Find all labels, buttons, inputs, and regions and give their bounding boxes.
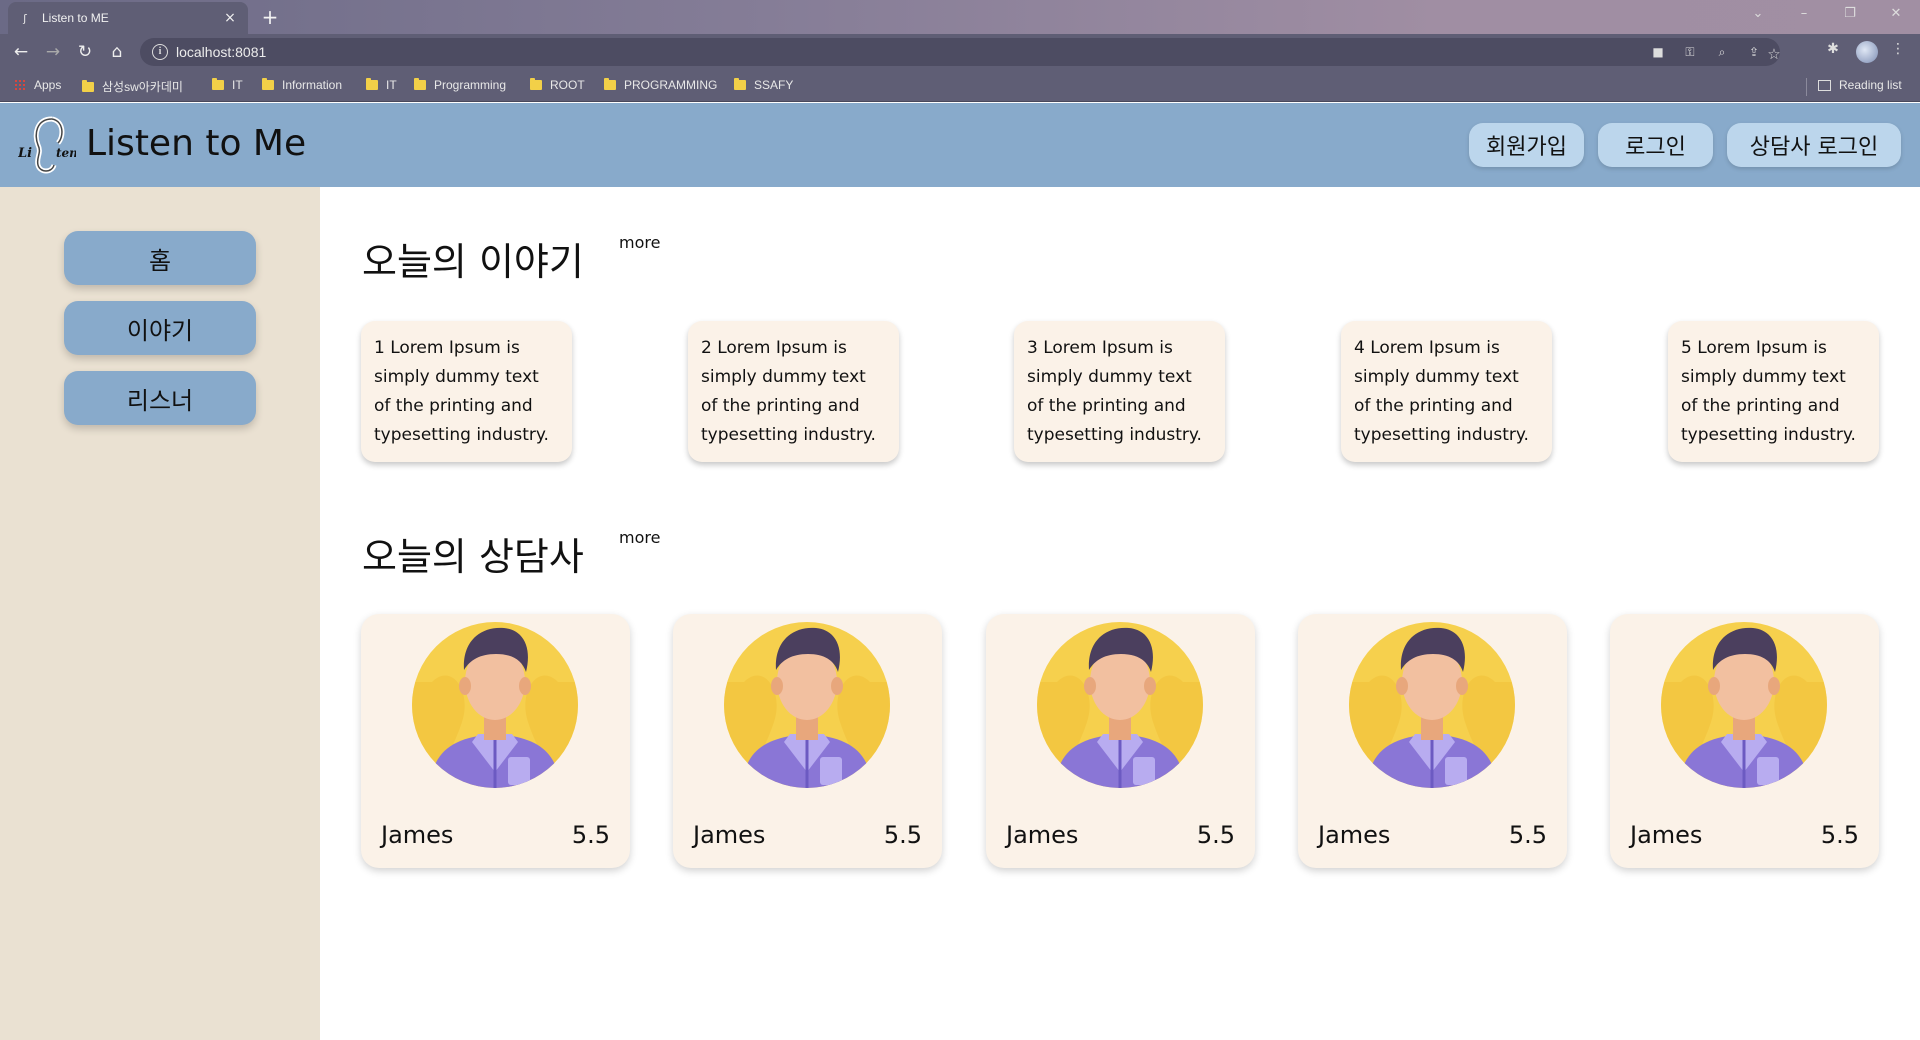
- counselor-name: James: [1318, 821, 1391, 849]
- site-header: Li ten Listen to Me 회원가입 로그인 상담사 로그인: [0, 103, 1920, 187]
- counselor-score: 5.5: [1820, 821, 1859, 849]
- new-tab-button[interactable]: +: [258, 6, 282, 30]
- home-icon[interactable]: ⌂: [106, 41, 128, 63]
- folder-icon: [212, 78, 224, 90]
- stories-more-link[interactable]: more: [619, 233, 660, 252]
- bookmark-apps[interactable]: Apps: [14, 78, 61, 92]
- sidebar: 홈 이야기 리스너: [0, 187, 320, 1040]
- story-text: 4 Lorem Ipsum is simply dummy text of th…: [1354, 338, 1529, 445]
- counselor-login-button[interactable]: 상담사 로그인: [1727, 123, 1901, 167]
- sidebar-item-stories[interactable]: 이야기: [64, 301, 256, 355]
- bookmark-folder[interactable]: Programming: [414, 78, 506, 92]
- restore-icon[interactable]: ❐: [1840, 6, 1860, 21]
- bookmark-folder[interactable]: 삼성sw아카데미: [82, 78, 183, 95]
- story-card[interactable]: 5 Lorem Ipsum is simply dummy text of th…: [1668, 321, 1879, 462]
- folder-icon: [262, 78, 274, 90]
- bookmarks-divider: [1806, 78, 1807, 96]
- tab-search-icon[interactable]: ⌄: [1748, 6, 1768, 21]
- apps-icon: [14, 79, 26, 91]
- folder-icon: [82, 79, 94, 92]
- login-button[interactable]: 로그인: [1598, 123, 1713, 167]
- folder-icon: [366, 78, 378, 90]
- back-icon[interactable]: ←: [10, 41, 32, 63]
- reload-icon[interactable]: ↻: [74, 41, 96, 63]
- address-bar[interactable]: i localhost:8081 ■ ⚿ ⌕ ⇪ ☆: [140, 38, 1782, 66]
- ear-logo-icon[interactable]: Li ten: [18, 113, 76, 177]
- extensions-icon[interactable]: ✱: [1823, 41, 1843, 57]
- svg-text:Li: Li: [18, 146, 32, 161]
- counselor-score: 5.5: [1508, 821, 1547, 849]
- counselors-section-title: 오늘의 상담사: [362, 535, 584, 579]
- folder-icon: [414, 78, 426, 90]
- story-card[interactable]: 4 Lorem Ipsum is simply dummy text of th…: [1341, 321, 1552, 462]
- browser-toolbar: ← → ↻ ⌂ i localhost:8081 ■ ⚿ ⌕ ⇪ ☆ ✱ ⋮: [0, 34, 1920, 70]
- story-card[interactable]: 2 Lorem Ipsum is simply dummy text of th…: [688, 321, 899, 462]
- camera-icon[interactable]: ■: [1650, 45, 1666, 59]
- sidebar-item-listeners[interactable]: 리스너: [64, 371, 256, 425]
- story-text: 3 Lorem Ipsum is simply dummy text of th…: [1027, 338, 1202, 445]
- reading-list-icon: [1818, 79, 1831, 91]
- folder-icon: [734, 78, 746, 90]
- counselor-card[interactable]: James 5.5: [1298, 614, 1567, 868]
- reading-list-button[interactable]: Reading list: [1818, 78, 1902, 92]
- signup-button[interactable]: 회원가입: [1469, 123, 1584, 167]
- story-text: 1 Lorem Ipsum is simply dummy text of th…: [374, 338, 549, 445]
- story-card[interactable]: 1 Lorem Ipsum is simply dummy text of th…: [361, 321, 572, 462]
- minimize-icon[interactable]: –: [1794, 6, 1814, 21]
- site-info-icon[interactable]: i: [152, 44, 168, 60]
- counselor-avatar: [1661, 622, 1827, 788]
- bookmark-folder[interactable]: PROGRAMMING: [604, 78, 717, 92]
- tab-close-icon[interactable]: ×: [222, 10, 238, 26]
- profile-avatar[interactable]: [1856, 41, 1878, 63]
- bookmark-folder[interactable]: ROOT: [530, 78, 585, 92]
- url-text[interactable]: localhost:8081: [176, 44, 266, 60]
- stories-section-title: 오늘의 이야기: [362, 240, 584, 284]
- story-text: 5 Lorem Ipsum is simply dummy text of th…: [1681, 338, 1856, 445]
- menu-icon[interactable]: ⋮: [1888, 41, 1908, 57]
- counselor-score: 5.5: [1196, 821, 1235, 849]
- bookmark-star-icon[interactable]: ☆: [1766, 45, 1782, 63]
- bookmark-folder[interactable]: SSAFY: [734, 78, 793, 92]
- bookmark-folder[interactable]: Information: [262, 78, 342, 92]
- counselor-card[interactable]: James 5.5: [1610, 614, 1879, 868]
- key-icon[interactable]: ⚿: [1682, 45, 1698, 60]
- bookmarks-bar: Apps 삼성sw아카데미 IT Information IT Programm…: [0, 70, 1920, 102]
- counselor-name: James: [1006, 821, 1079, 849]
- browser-tab-bar: ʃ Listen to ME × + ⌄ – ❐ ✕: [0, 0, 1920, 34]
- forward-icon[interactable]: →: [42, 41, 64, 63]
- counselor-score: 5.5: [883, 821, 922, 849]
- counselor-card[interactable]: James 5.5: [361, 614, 630, 868]
- bookmark-folder[interactable]: IT: [366, 78, 397, 92]
- counselor-avatar: [412, 622, 578, 788]
- counselor-avatar: [724, 622, 890, 788]
- counselor-name: James: [1630, 821, 1703, 849]
- story-card[interactable]: 3 Lorem Ipsum is simply dummy text of th…: [1014, 321, 1225, 462]
- share-icon[interactable]: ⇪: [1746, 45, 1762, 59]
- counselor-card[interactable]: James 5.5: [986, 614, 1255, 868]
- counselor-name: James: [381, 821, 454, 849]
- svg-text:ten: ten: [56, 146, 76, 160]
- folder-icon: [530, 78, 542, 90]
- counselor-card[interactable]: James 5.5: [673, 614, 942, 868]
- sidebar-item-home[interactable]: 홈: [64, 231, 256, 285]
- counselors-more-link[interactable]: more: [619, 528, 660, 547]
- zoom-icon[interactable]: ⌕: [1714, 45, 1730, 60]
- ear-favicon-icon: ʃ: [23, 11, 27, 25]
- browser-tab[interactable]: ʃ Listen to ME ×: [8, 2, 248, 34]
- counselor-avatar: [1037, 622, 1203, 788]
- story-text: 2 Lorem Ipsum is simply dummy text of th…: [701, 338, 876, 445]
- counselor-name: James: [693, 821, 766, 849]
- site-title[interactable]: Listen to Me: [86, 123, 306, 164]
- close-window-icon[interactable]: ✕: [1886, 6, 1906, 21]
- tab-title: Listen to ME: [42, 11, 109, 25]
- folder-icon: [604, 78, 616, 90]
- counselor-avatar: [1349, 622, 1515, 788]
- counselor-score: 5.5: [571, 821, 610, 849]
- bookmark-folder[interactable]: IT: [212, 78, 243, 92]
- web-page: Li ten Listen to Me 회원가입 로그인 상담사 로그인 홈 이…: [0, 103, 1920, 1040]
